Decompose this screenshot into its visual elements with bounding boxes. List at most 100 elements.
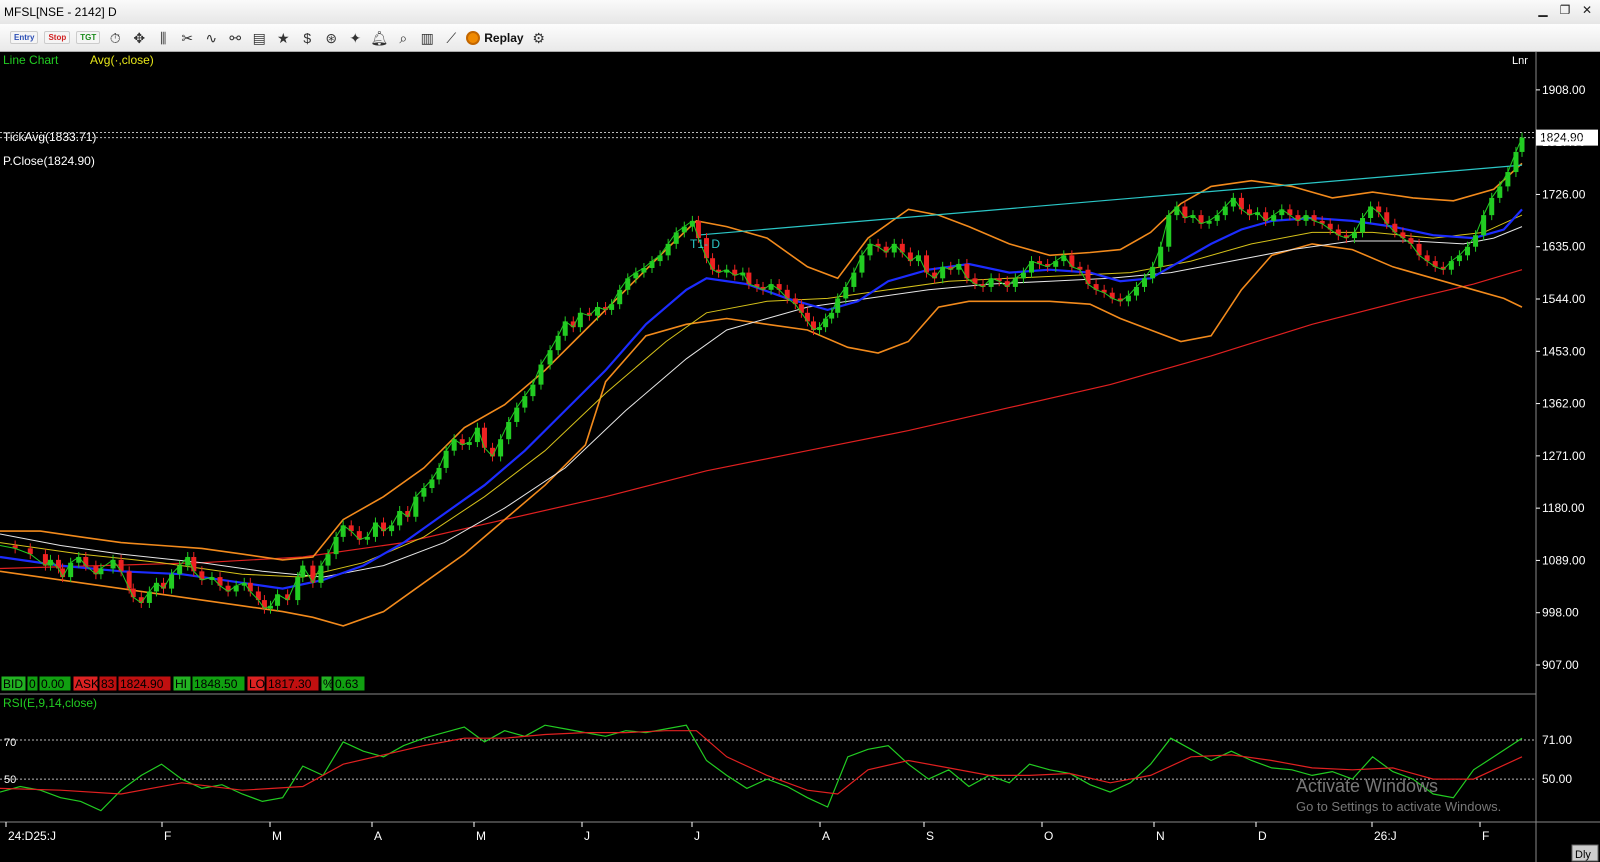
candle-body xyxy=(443,450,449,468)
x-tick-label: F xyxy=(164,829,171,843)
candle-body xyxy=(413,496,419,517)
legend-avg-close: Avg(·,close) xyxy=(90,53,154,67)
candle-body xyxy=(804,312,810,322)
x-tick-label: J xyxy=(694,829,700,843)
quote-text: 83 xyxy=(101,677,115,691)
toolbar: Entry Stop TGT ⏱ ✥ ⫼ ✂ ∿ ⚯ ▤ ★ $ ⊛ ✦ 🔔︎ … xyxy=(0,24,1600,52)
candle-body xyxy=(247,582,253,592)
indicator-icon[interactable]: ∿ xyxy=(202,29,220,47)
price-y-tick: 1726.00 xyxy=(1542,187,1586,201)
prev-close-label: P.Close(1824.90) xyxy=(3,154,95,168)
candle-body xyxy=(98,568,104,575)
quote-text: HI xyxy=(175,677,187,691)
replay-label: Replay xyxy=(484,30,524,45)
x-tick-label: F xyxy=(1482,829,1489,843)
price-y-tick: 907.00 xyxy=(1542,658,1579,672)
lnr-label[interactable]: Lnr xyxy=(1512,55,1528,67)
target-button[interactable]: TGT xyxy=(76,31,101,44)
minimize-icon[interactable]: ▁ xyxy=(1536,3,1550,17)
x-tick-label: O xyxy=(1044,829,1053,843)
dly-button[interactable]: Dly xyxy=(1575,849,1591,861)
candle-body xyxy=(481,427,487,448)
replay-button[interactable]: Replay xyxy=(466,30,524,45)
candle-body xyxy=(506,421,512,440)
chart-area[interactable]: Line Chart Avg(·,close) Lnr TickAvg(1833… xyxy=(0,52,1600,862)
quote-text: 0.00 xyxy=(41,677,65,691)
candle-body xyxy=(823,318,829,328)
candle-body xyxy=(318,565,324,583)
price-y-tick: 1817.00 xyxy=(1542,135,1586,149)
quote-bar: BID 0 0.00 ASK 83 1824.90 HI 1848.50 LO 1817.30% 0… xyxy=(0,675,366,692)
candle-body xyxy=(798,304,804,313)
watermark-line2: Go to Settings to activate Windows. xyxy=(1296,799,1502,814)
rsi-title: RSI(E,9,14,close) xyxy=(3,696,97,710)
x-tick-label: M xyxy=(272,829,282,843)
candle-body xyxy=(1519,137,1525,152)
candle-body xyxy=(436,467,442,480)
price-y-tick: 1362.00 xyxy=(1542,397,1586,411)
gear-icon[interactable]: ⚙ xyxy=(530,29,548,47)
candle-body xyxy=(538,364,544,385)
x-tick-label: S xyxy=(926,829,934,843)
close-icon[interactable]: ✕ xyxy=(1580,3,1594,17)
x-tick-label: A xyxy=(822,829,830,843)
cursor-icon[interactable]: ✥ xyxy=(130,29,148,47)
price-y-tick: 1908.00 xyxy=(1542,83,1586,97)
candlestick-icon[interactable]: ⫼ xyxy=(154,29,172,47)
book-icon[interactable]: ▤ xyxy=(250,29,268,47)
rsi-y-tick: 50.00 xyxy=(1542,772,1572,786)
watermark-line1: Activate Windows xyxy=(1296,776,1439,796)
candle-body xyxy=(1166,215,1172,247)
trash-icon[interactable]: ▥ xyxy=(418,29,436,47)
candle-body xyxy=(514,407,520,422)
price-y-tick: 1180.00 xyxy=(1542,501,1585,515)
candle-body xyxy=(577,312,583,328)
stop-button[interactable]: Stop xyxy=(44,31,71,44)
link-icon[interactable]: ⚯ xyxy=(226,29,244,47)
quote-text: 0 xyxy=(29,677,36,691)
quote-text: BID xyxy=(3,677,23,691)
candle-body xyxy=(746,272,752,285)
t1-label: T1- D xyxy=(690,237,720,251)
dollar-icon[interactable]: $ xyxy=(298,29,316,47)
candle-body xyxy=(1158,246,1164,267)
candle-body xyxy=(333,536,339,555)
candle-body xyxy=(710,258,716,270)
candle-body xyxy=(47,559,53,566)
timer-icon[interactable]: ⏱ xyxy=(106,29,124,47)
x-tick-label: 26:J xyxy=(1374,829,1397,843)
x-tick-label: D xyxy=(1258,829,1267,843)
price-y-tick: 1635.00 xyxy=(1542,240,1586,254)
rsi-left-tick: 70 xyxy=(4,737,16,749)
title-bar: MFSL[NSE - 2142] D ▁ ❐ ✕ xyxy=(0,0,1600,25)
candle-body xyxy=(83,556,89,566)
entry-button[interactable]: Entry xyxy=(10,31,39,44)
x-tick-label: N xyxy=(1156,829,1165,843)
price-y-tick: 1544.00 xyxy=(1542,292,1586,306)
search-icon[interactable]: ⌕ xyxy=(394,29,412,47)
price-y-tick: 998.00 xyxy=(1542,606,1579,620)
compass-icon[interactable]: ⊛ xyxy=(322,29,340,47)
scissors-icon[interactable]: ✂ xyxy=(178,29,196,47)
rsi-y-tick: 71.00 xyxy=(1542,733,1572,747)
x-tick-label: A xyxy=(374,829,382,843)
restore-icon[interactable]: ❐ xyxy=(1558,3,1572,17)
replay-icon xyxy=(466,30,481,45)
rsi-left-tick: 50 xyxy=(4,774,16,786)
quote-text: 1848.50 xyxy=(194,677,238,691)
quote-text: % xyxy=(323,677,334,691)
candle-body xyxy=(325,554,331,566)
price-y-tick: 1271.00 xyxy=(1542,449,1586,463)
line-chart-icon[interactable]: ⟋ xyxy=(442,29,460,47)
candle-body xyxy=(191,556,197,572)
alert-icon[interactable]: 🔔︎ xyxy=(370,29,388,47)
star-icon[interactable]: ★ xyxy=(274,29,292,47)
candle-body xyxy=(609,304,615,310)
price-y-tick: 1453.00 xyxy=(1542,344,1586,358)
candle-body xyxy=(562,321,568,336)
x-tick-label: 24:D25:J xyxy=(8,829,56,843)
price-y-tick: 1089.00 xyxy=(1542,553,1586,567)
candle-body xyxy=(829,312,835,319)
legend-chart-type: Line Chart xyxy=(3,53,59,67)
magic-icon[interactable]: ✦ xyxy=(346,29,364,47)
